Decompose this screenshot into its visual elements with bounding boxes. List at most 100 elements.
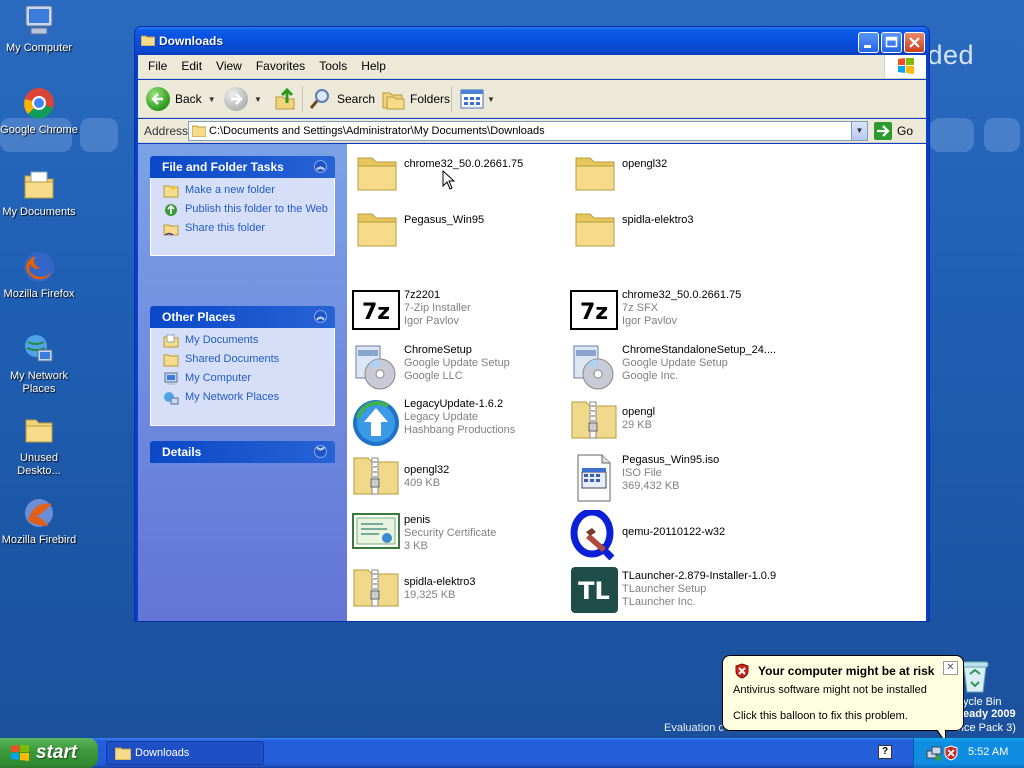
file-item[interactable]: opengl32 [570, 150, 667, 196]
7zip-icon: 7z [352, 290, 402, 336]
expand-icon[interactable]: ︾ [314, 445, 327, 458]
my-documents-icon [22, 168, 56, 202]
chrome-icon [22, 86, 56, 120]
place-my-documents[interactable]: My Documents [163, 334, 334, 348]
menu-edit[interactable]: Edit [174, 55, 209, 77]
new-folder-icon [163, 185, 179, 198]
file-item[interactable]: LegacyUpdate-1.6.2 Legacy Update Hashban… [352, 398, 515, 446]
up-folder-icon [275, 87, 295, 110]
network-tray-icon[interactable] [926, 745, 942, 761]
legacy-update-icon [352, 398, 402, 446]
security-alert-balloon[interactable]: Your computer might be at risk Antivirus… [722, 655, 964, 744]
help-icon[interactable]: ? [878, 745, 892, 759]
my-computer-icon [22, 4, 56, 38]
publish-web-icon [165, 204, 177, 216]
firefox-icon [22, 250, 56, 284]
svg-text:TL: TL [578, 577, 610, 605]
place-my-network-places[interactable]: My Network Places [163, 391, 334, 405]
minimize-icon [864, 45, 871, 48]
folder-icon [570, 206, 620, 252]
chevron-down-icon[interactable]: ▼ [487, 95, 495, 104]
setup-icon [352, 344, 402, 390]
file-item[interactable]: chrome32_50.0.2661.75 [352, 150, 523, 196]
task-make-new-folder[interactable]: Make a new folder [163, 184, 334, 198]
file-item[interactable]: spidla-elektro3 19,325 KB [352, 566, 476, 612]
desktop-icon-unused-desktop[interactable]: Unused Deskto... [0, 414, 78, 478]
back-arrow-icon [146, 87, 170, 111]
file-item[interactable]: ChromeSetup Google Update Setup Google L… [352, 344, 510, 390]
standard-toolbar: Back ▼ ▼ Search Folders ▼ [138, 80, 926, 118]
close-button[interactable] [904, 32, 925, 53]
clock[interactable]: 5:52 AM [968, 746, 1008, 758]
svg-text:7z: 7z [580, 300, 608, 325]
folder-icon [163, 354, 179, 367]
iso-file-icon [570, 454, 620, 502]
address-dropdown-button[interactable]: ▼ [851, 122, 867, 140]
chevron-down-icon[interactable]: ▼ [254, 95, 262, 104]
maximize-button[interactable] [881, 32, 902, 53]
menu-help[interactable]: Help [354, 55, 393, 77]
version-text: eady 2009 [963, 708, 1016, 720]
menu-tools[interactable]: Tools [312, 55, 354, 77]
file-item[interactable]: spidla-elektro3 [570, 206, 694, 252]
shield-warning-icon [735, 663, 749, 679]
file-item[interactable]: opengl 29 KB [570, 398, 655, 444]
menu-file[interactable]: File [141, 55, 174, 77]
file-folder-tasks-header[interactable]: File and Folder Tasks ︽ [150, 156, 335, 178]
window-title: Downloads [159, 34, 224, 48]
folder-icon [192, 125, 206, 137]
address-input[interactable]: C:\Documents and Settings\Administrator\… [188, 121, 868, 141]
file-item[interactable]: Pegasus_Win95.iso ISO File 369,432 KB [570, 454, 719, 502]
svg-text:7z: 7z [362, 300, 390, 325]
folder-icon [352, 150, 402, 196]
menu-view[interactable]: View [209, 55, 249, 77]
file-item[interactable]: opengl32 409 KB [352, 454, 449, 500]
task-publish-folder[interactable]: Publish this folder to the Web [163, 203, 334, 217]
views-button[interactable]: ▼ [460, 84, 495, 114]
desktop-icon-mozilla-firebird[interactable]: Mozilla Firebird [0, 496, 78, 547]
back-button[interactable]: Back ▼ [146, 84, 216, 114]
up-button[interactable] [273, 84, 297, 114]
taskbar: start Downloads ? 5:52 AM [0, 738, 1024, 768]
folders-button[interactable]: Folders [381, 84, 450, 114]
place-my-computer[interactable]: My Computer [163, 372, 334, 386]
collapse-icon[interactable]: ︽ [314, 310, 327, 323]
certificate-icon [352, 512, 402, 558]
go-button[interactable]: Go [874, 122, 913, 140]
other-places-body: My Documents Shared Documents My Compute… [150, 328, 335, 426]
system-tray: 5:52 AM [913, 738, 1024, 768]
menu-favorites[interactable]: Favorites [249, 55, 312, 77]
file-item[interactable]: Pegasus_Win95 [352, 206, 484, 252]
file-item[interactable]: 7z chrome32_50.0.2661.75 7z SFX Igor Pav… [570, 289, 741, 336]
maximize-icon [885, 36, 898, 48]
search-button[interactable]: Search [308, 84, 375, 114]
desktop-icon-network-places[interactable]: My Network Places [0, 332, 78, 396]
file-item[interactable]: ChromeStandaloneSetup_24.... Google Upda… [570, 344, 776, 390]
task-share-folder[interactable]: Share this folder [163, 222, 334, 236]
security-center-tray-icon[interactable] [944, 745, 958, 761]
desktop-icon-google-chrome[interactable]: Google Chrome [0, 86, 78, 137]
forward-button[interactable]: ▼ [224, 84, 262, 114]
title-bar[interactable]: Downloads [135, 27, 929, 54]
details-header[interactable]: Details ︾ [150, 441, 335, 463]
taskbar-item-downloads[interactable]: Downloads [106, 741, 264, 765]
my-computer-icon [164, 372, 178, 385]
qemu-icon [570, 508, 620, 561]
file-item[interactable]: 7z 7z2201 7-Zip Installer Igor Pavlov [352, 289, 471, 336]
file-item[interactable]: qemu-20110122-w32 [570, 508, 725, 561]
go-arrow-icon [874, 122, 892, 140]
desktop-icon-mozilla-firefox[interactable]: Mozilla Firefox [0, 250, 78, 301]
start-button[interactable]: start [0, 738, 98, 768]
chevron-down-icon[interactable]: ▼ [208, 95, 216, 104]
menu-bar: File Edit View Favorites Tools Help [138, 55, 926, 79]
place-shared-documents[interactable]: Shared Documents [163, 353, 334, 367]
desktop-icon-my-computer[interactable]: My Computer [0, 4, 78, 55]
file-item[interactable]: TL TLauncher-2.879-Installer-1.0.9 TLaun… [570, 566, 776, 613]
desktop-icon-my-documents[interactable]: My Documents [0, 168, 78, 219]
zip-folder-icon [570, 398, 620, 444]
minimize-button[interactable] [858, 32, 879, 53]
collapse-icon[interactable]: ︽ [314, 160, 327, 173]
file-item[interactable]: penis Security Certificate 3 KB [352, 512, 496, 558]
zip-folder-icon [352, 566, 402, 612]
balloon-close-button[interactable]: ✕ [943, 661, 958, 675]
